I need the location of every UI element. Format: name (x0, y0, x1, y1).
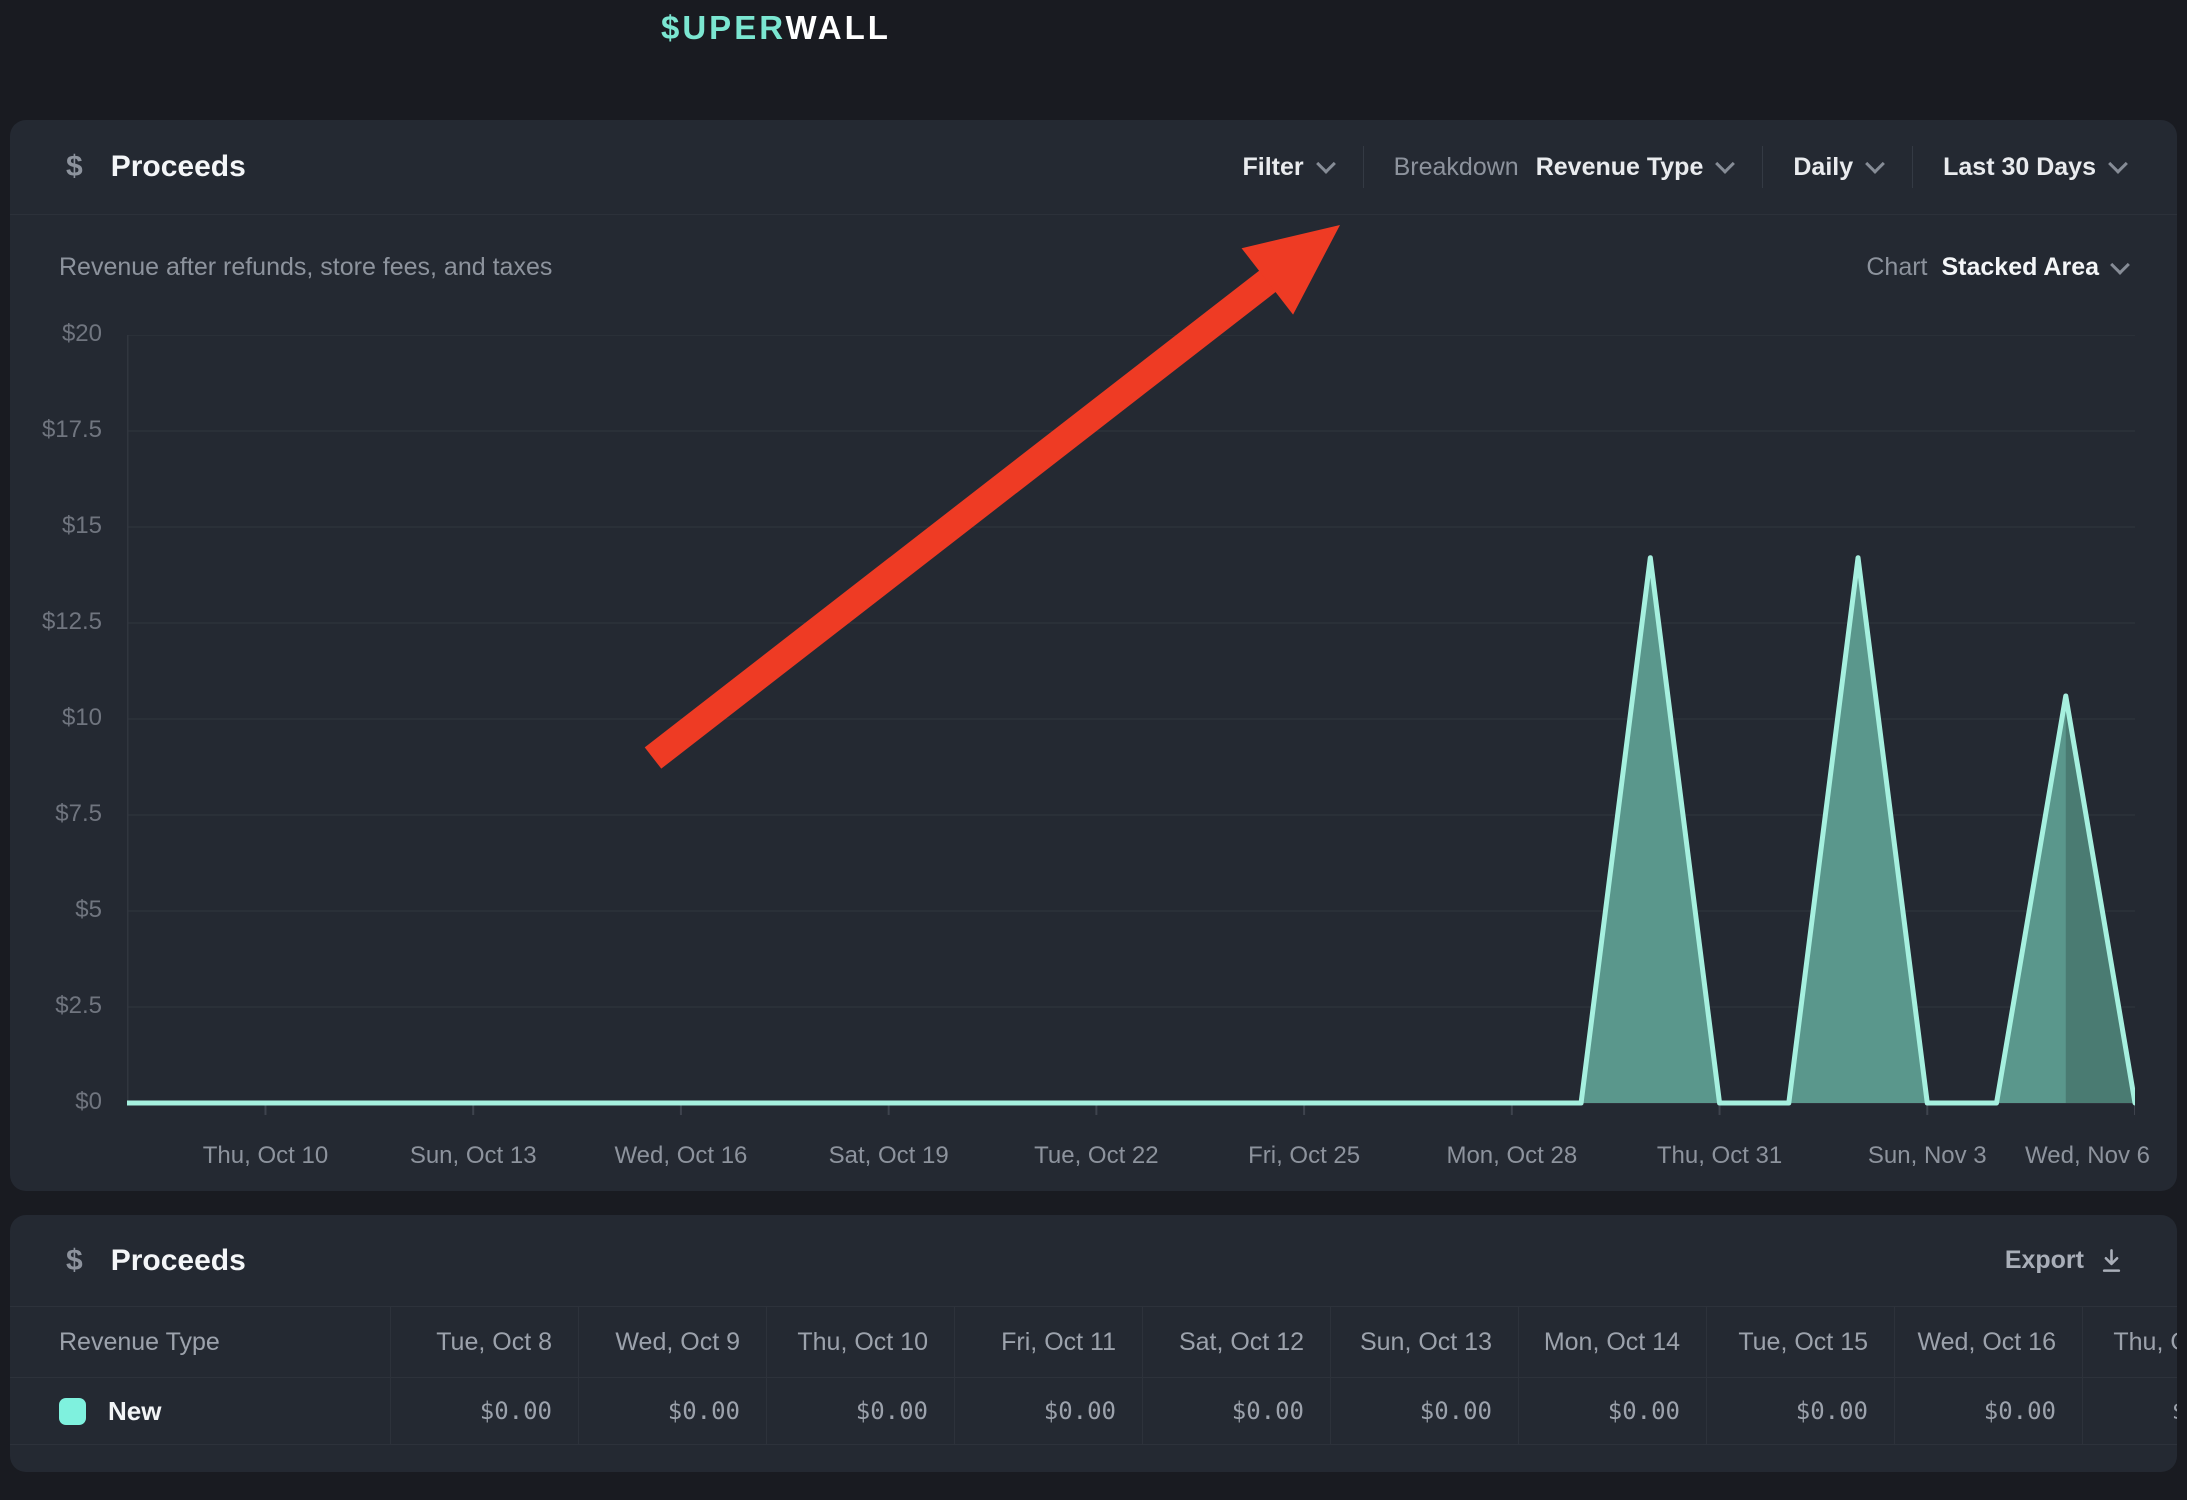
date-column-header: Wed, Oct 9 (578, 1307, 766, 1377)
x-tick-label: Mon, Oct 28 (1446, 1142, 1577, 1170)
y-tick-label: $7.5 (10, 800, 102, 828)
export-label: Export (2005, 1246, 2084, 1275)
chart-type-label: Chart (1866, 253, 1927, 282)
breakdown-value: Revenue Type (1536, 153, 1704, 182)
x-tick-label: Thu, Oct 31 (1657, 1142, 1782, 1170)
chevron-down-icon (1316, 154, 1336, 174)
value-cell: $0.00 (1518, 1378, 1706, 1444)
proceeds-table-card: $ Proceeds Export Revenue Type Tue, Oct … (10, 1215, 2177, 1472)
interval-value: Daily (1793, 153, 1853, 182)
superwall-logo: $UPERWALL (661, 9, 891, 47)
chart-controls: Filter Breakdown Revenue Type Daily Last… (1213, 146, 2126, 188)
chart-type-value: Stacked Area (1942, 253, 2100, 282)
value-cell: $0.00 (954, 1378, 1142, 1444)
table-card-title: Proceeds (111, 1244, 246, 1278)
value-cell: $0.00 (766, 1378, 954, 1444)
x-tick-label: Sun, Oct 13 (410, 1142, 537, 1170)
value-cell: $0.00 (1706, 1378, 1894, 1444)
table-data-row: New $0.00$0.00$0.00$0.00$0.00$0.00$0.00$… (10, 1378, 2177, 1445)
chart-card-title: Proceeds (111, 150, 246, 184)
chevron-down-icon (1715, 154, 1735, 174)
y-tick-label: $10 (10, 704, 102, 732)
breakdown-label: Breakdown (1394, 153, 1519, 182)
row-label-cell: New (10, 1378, 390, 1444)
value-cell: $0.00 (1330, 1378, 1518, 1444)
date-column-header: Thu, Oct 10 (766, 1307, 954, 1377)
interval-dropdown[interactable]: Daily (1763, 153, 1912, 182)
y-tick-label: $17.5 (10, 416, 102, 444)
row-label: New (108, 1396, 161, 1427)
download-icon (2098, 1247, 2125, 1274)
date-column-header: Wed, Oct 16 (1894, 1307, 2082, 1377)
date-range-value: Last 30 Days (1943, 153, 2096, 182)
plot-area (127, 335, 2135, 1117)
filter-label: Filter (1243, 153, 1304, 182)
y-tick-label: $12.5 (10, 608, 102, 636)
date-range-dropdown[interactable]: Last 30 Days (1913, 153, 2125, 182)
date-column-header: Tue, Oct 8 (390, 1307, 578, 1377)
x-tick-label: Fri, Oct 25 (1248, 1142, 1360, 1170)
export-button[interactable]: Export (2005, 1246, 2125, 1275)
chevron-down-icon (2110, 255, 2130, 275)
x-tick-label: Tue, Oct 22 (1034, 1142, 1159, 1170)
filter-dropdown[interactable]: Filter (1213, 153, 1363, 182)
y-tick-label: $2.5 (10, 992, 102, 1020)
date-column-header: Thu, Oct 17 (2082, 1307, 2177, 1377)
table-header-row: Revenue Type Tue, Oct 8Wed, Oct 9Thu, Oc… (10, 1307, 2177, 1378)
proceeds-chart-card: $ Proceeds Filter Breakdown Revenue Type… (10, 120, 2177, 1191)
breakdown-dropdown[interactable]: Breakdown Revenue Type (1364, 153, 1763, 182)
logo-accent-text: $UPER (661, 9, 785, 46)
chart-type-dropdown[interactable]: Chart Stacked Area (1866, 253, 2127, 282)
chart-card-header: $ Proceeds Filter Breakdown Revenue Type… (10, 120, 2177, 215)
chart-subtitle: Revenue after refunds, store fees, and t… (59, 253, 552, 282)
x-tick-label: Sat, Oct 19 (829, 1142, 949, 1170)
dollar-icon: $ (66, 150, 83, 184)
logo-rest-text: WALL (785, 9, 890, 46)
y-tick-label: $15 (10, 512, 102, 540)
date-column-header: Fri, Oct 11 (954, 1307, 1142, 1377)
revenue-type-column-header: Revenue Type (10, 1307, 390, 1377)
y-tick-label: $20 (10, 320, 102, 348)
x-tick-label: Thu, Oct 10 (203, 1142, 328, 1170)
chevron-down-icon (1865, 154, 1885, 174)
legend-swatch (59, 1398, 86, 1425)
x-tick-label: Wed, Oct 16 (614, 1142, 747, 1170)
top-bar: $UPERWALL (0, 0, 2187, 120)
date-column-header: Sun, Oct 13 (1330, 1307, 1518, 1377)
value-cell: $0.00 (1142, 1378, 1330, 1444)
chevron-down-icon (2108, 154, 2128, 174)
y-tick-label: $0 (10, 1088, 102, 1116)
date-column-header: Tue, Oct 15 (1706, 1307, 1894, 1377)
x-tick-label: Wed, Nov 6 (2025, 1142, 2150, 1170)
y-tick-label: $5 (10, 896, 102, 924)
table-card-header: $ Proceeds Export (10, 1215, 2177, 1307)
date-column-header: Mon, Oct 14 (1518, 1307, 1706, 1377)
dollar-icon: $ (66, 1244, 83, 1278)
value-cell: $0.00 (390, 1378, 578, 1444)
value-cell: $0.00 (2082, 1378, 2177, 1444)
x-tick-label: Sun, Nov 3 (1868, 1142, 1987, 1170)
date-column-header: Sat, Oct 12 (1142, 1307, 1330, 1377)
value-cell: $0.00 (578, 1378, 766, 1444)
value-cell: $0.00 (1894, 1378, 2082, 1444)
